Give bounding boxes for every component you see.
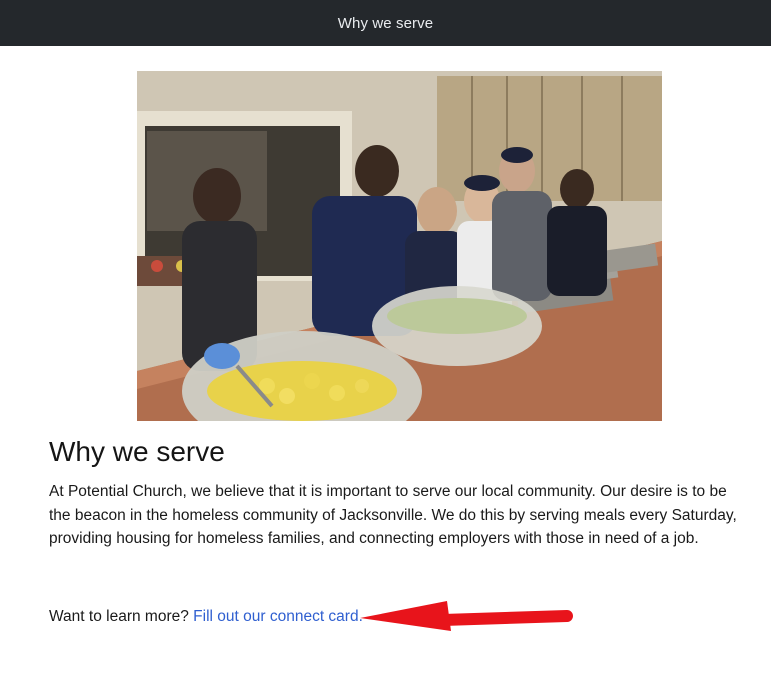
mission-paragraph: At Potential Church, we believe that it … bbox=[49, 483, 737, 547]
top-bar: Why we serve bbox=[0, 0, 771, 46]
learn-more-line: Want to learn more? Fill out our connect… bbox=[49, 608, 363, 626]
section-heading: Why we serve bbox=[49, 436, 225, 467]
learn-more-prefix: Want to learn more? bbox=[49, 608, 189, 625]
connect-card-link[interactable]: Fill out our connect card. bbox=[193, 608, 363, 625]
volunteers-serving-photo bbox=[137, 71, 662, 421]
page-title: Why we serve bbox=[337, 14, 434, 32]
red-arrow-annotation bbox=[360, 601, 573, 631]
